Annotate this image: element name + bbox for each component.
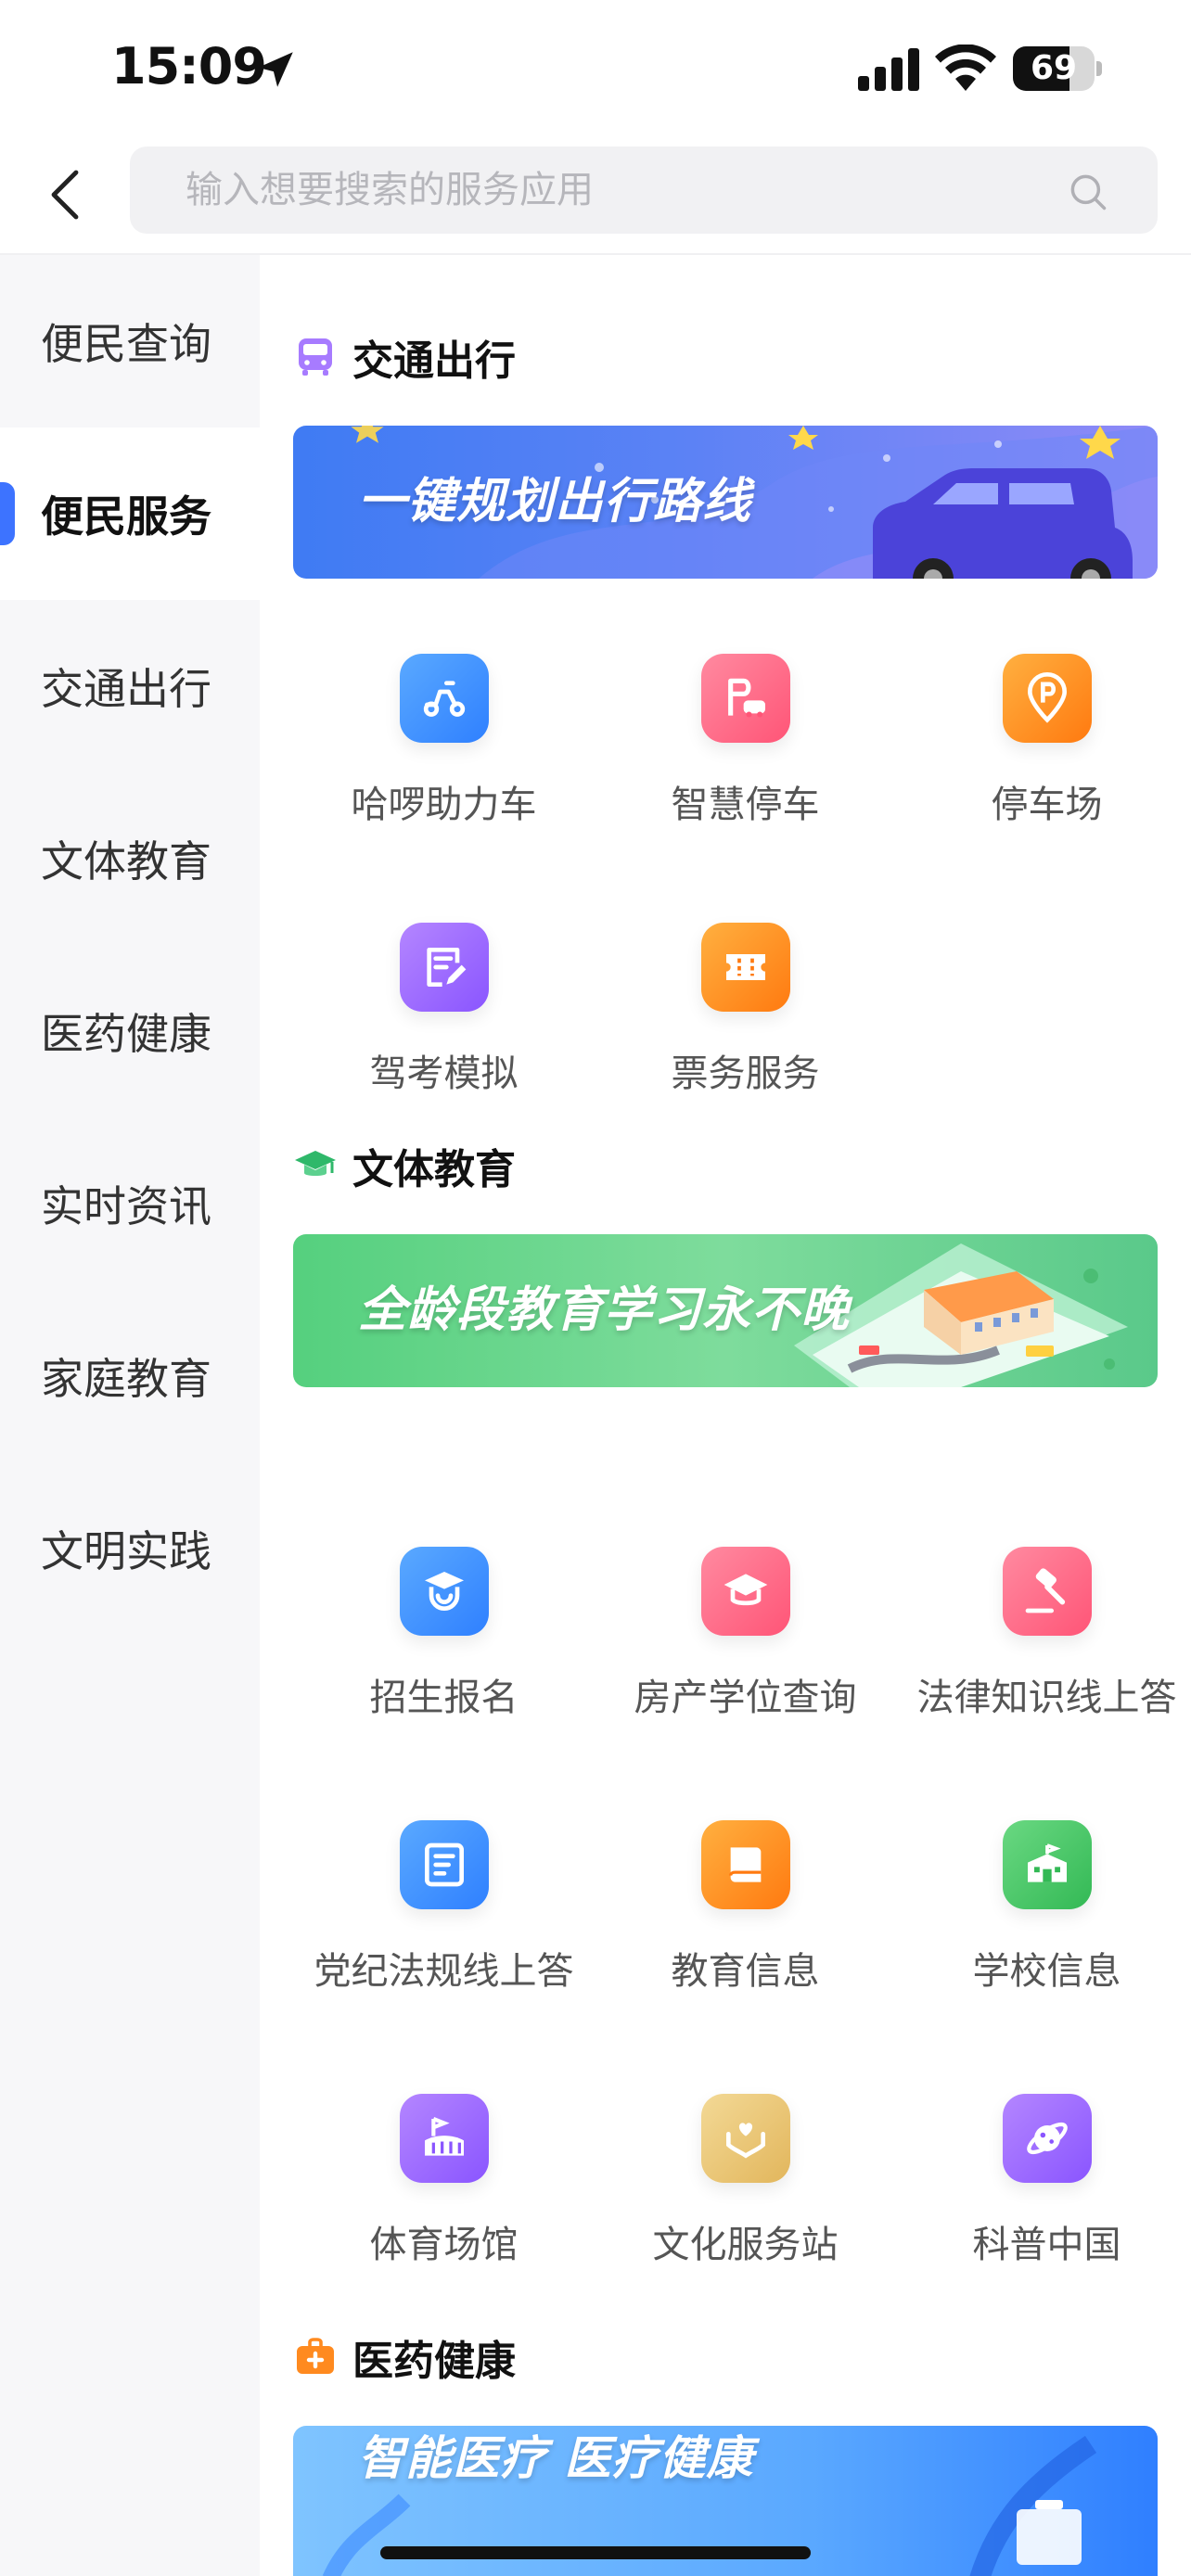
app-label: 哈啰助力车	[351, 784, 537, 826]
app-label: 智慧停车	[671, 784, 820, 826]
cellular-signal-icon	[858, 48, 919, 91]
section-header-medical-health: 医药健康	[293, 2325, 516, 2390]
section-title: 交通出行	[352, 338, 516, 385]
book-icon	[701, 1820, 790, 1909]
active-indicator	[0, 482, 15, 545]
sidebar: 便民查询 便民服务 交通出行 文体教育 医药健康 实时资讯 家庭教育 文明实践	[0, 255, 260, 2576]
section-title: 医药健康	[352, 2338, 516, 2385]
main-content: 交通出行 一键规划出行路线 哈啰助力车 智慧停车 停车场 驾考模拟 票务服务 文…	[260, 255, 1191, 2576]
app-label: 招生报名	[369, 1677, 519, 1719]
sidebar-item-family-education[interactable]: 家庭教育	[0, 1290, 260, 1462]
sidebar-item-label: 家庭教育	[41, 1354, 211, 1404]
sidebar-item-label: 实时资讯	[41, 1181, 211, 1231]
school-icon	[1003, 1820, 1092, 1909]
app-label: 党纪法规线上答	[314, 1950, 574, 1993]
app-education-info[interactable]: 教育信息	[595, 1820, 896, 2006]
header	[0, 139, 1191, 255]
app-parking-lot[interactable]: 停车场	[896, 654, 1191, 839]
status-bar: 15:09 69	[0, 0, 1191, 139]
app-label: 驾考模拟	[369, 1052, 519, 1095]
app-ticket-service[interactable]: 票务服务	[595, 923, 896, 1108]
banner-text: 全龄段教育学习永不晚	[358, 1282, 851, 1338]
banner-route-planning[interactable]: 一键规划出行路线	[293, 426, 1158, 579]
search-box[interactable]	[130, 147, 1158, 234]
banner-lifelong-learning[interactable]: 全龄段教育学习永不晚	[293, 1234, 1158, 1387]
app-sports-venue[interactable]: 体育场馆	[293, 2094, 595, 2279]
app-enrollment[interactable]: 招生报名	[293, 1547, 595, 1732]
scooter-icon	[400, 654, 489, 743]
app-smart-parking[interactable]: 智慧停车	[595, 654, 896, 839]
student-icon	[400, 1547, 489, 1636]
sidebar-item-transport[interactable]: 交通出行	[0, 600, 260, 772]
chevron-left-icon	[51, 170, 79, 220]
graduation-cap-icon	[295, 1151, 336, 1176]
medical-kit-icon	[297, 2338, 334, 2374]
location-arrow-icon	[258, 52, 293, 87]
parking-lot-icon	[1003, 654, 1092, 743]
sidebar-item-label: 便民服务	[41, 491, 211, 542]
home-indicator	[380, 2546, 811, 2559]
search-icon[interactable]	[1069, 172, 1108, 211]
app-driving-test[interactable]: 驾考模拟	[293, 923, 595, 1108]
app-label: 体育场馆	[369, 2224, 519, 2266]
app-label: 学校信息	[972, 1950, 1121, 1993]
sidebar-item-medical-health[interactable]: 医药健康	[0, 945, 260, 1117]
sidebar-item-label: 医药健康	[41, 1009, 211, 1059]
sidebar-item-label: 文明实践	[41, 1526, 211, 1576]
sidebar-item-label: 便民查询	[41, 319, 211, 369]
gavel-icon	[1003, 1547, 1092, 1636]
bus-icon	[299, 338, 332, 376]
status-time: 15:09	[111, 37, 267, 96]
search-input[interactable]	[186, 147, 1020, 234]
ticket-icon	[701, 923, 790, 1012]
section-header-culture-education: 文体教育	[293, 1133, 516, 1198]
sidebar-item-realtime-news[interactable]: 实时资讯	[0, 1117, 260, 1290]
app-label: 法律知识线上答	[916, 1677, 1177, 1719]
app-property-degree-query[interactable]: 房产学位查询	[595, 1547, 896, 1732]
section-title: 文体教育	[352, 1146, 516, 1193]
app-label: 教育信息	[671, 1950, 820, 1993]
app-label: 科普中国	[972, 2224, 1121, 2266]
heart-hands-icon	[701, 2094, 790, 2183]
app-school-info[interactable]: 学校信息	[896, 1820, 1191, 2006]
banner-text: 一键规划出行路线	[358, 474, 752, 529]
app-label: 停车场	[991, 784, 1103, 826]
back-button[interactable]	[28, 158, 102, 232]
app-science-china[interactable]: 科普中国	[896, 2094, 1191, 2279]
app-law-knowledge-answer[interactable]: 法律知识线上答	[896, 1547, 1191, 1732]
sidebar-item-label: 文体教育	[41, 836, 211, 886]
edit-note-icon	[400, 923, 489, 1012]
battery-icon: 69	[1013, 46, 1104, 91]
app-culture-service-station[interactable]: 文化服务站	[595, 2094, 896, 2279]
sidebar-item-culture-education[interactable]: 文体教育	[0, 772, 260, 945]
sidebar-item-label: 交通出行	[41, 664, 211, 714]
battery-level: 69	[1030, 49, 1078, 87]
section-header-transport: 交通出行	[293, 325, 516, 389]
app-label: 房产学位查询	[634, 1677, 857, 1719]
app-party-regulation-answer[interactable]: 党纪法规线上答	[293, 1820, 595, 2006]
parking-car-icon	[701, 654, 790, 743]
planet-icon	[1003, 2094, 1092, 2183]
sidebar-item-convenience-service[interactable]: 便民服务	[0, 427, 260, 600]
sidebar-item-civilization-practice[interactable]: 文明实践	[0, 1462, 260, 1635]
app-hello-bike[interactable]: 哈啰助力车	[293, 654, 595, 839]
stadium-icon	[400, 2094, 489, 2183]
wifi-icon	[935, 45, 996, 91]
degree-cap-icon	[701, 1547, 790, 1636]
app-label: 文化服务站	[652, 2224, 839, 2266]
answer-icon	[400, 1820, 489, 1909]
app-label: 票务服务	[671, 1052, 820, 1095]
sidebar-item-convenience-query[interactable]: 便民查询	[0, 255, 260, 427]
